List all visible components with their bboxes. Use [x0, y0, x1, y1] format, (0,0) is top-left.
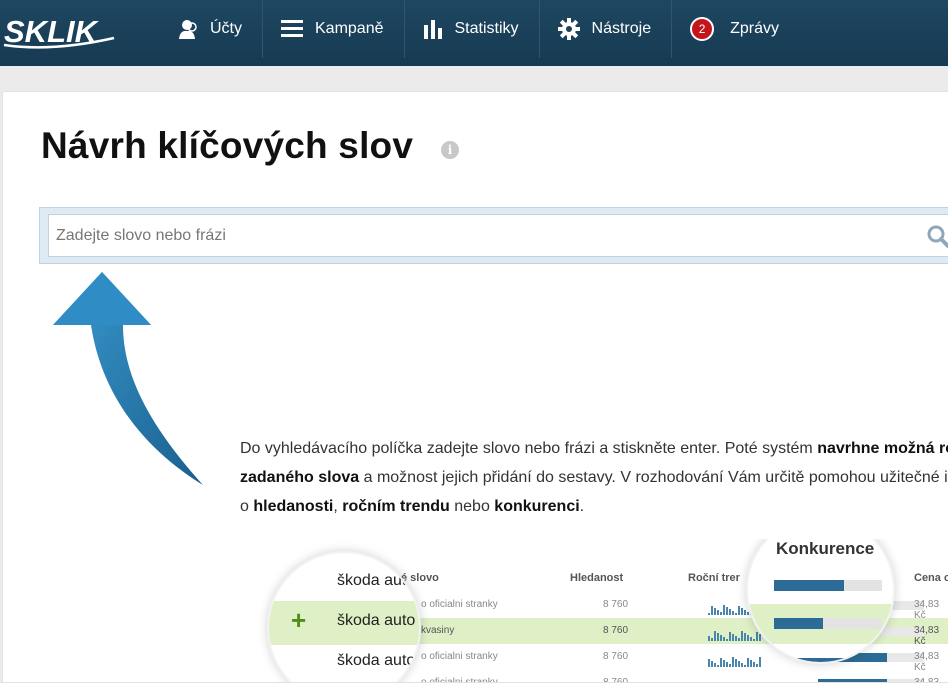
- row-price: 34,83 Kč: [914, 677, 948, 682]
- magnifier-row-highlight: + škoda auto: [269, 601, 419, 645]
- nav-item-statistics[interactable]: Statistiky: [405, 0, 540, 58]
- magnifier-text: škoda auto: [337, 612, 416, 629]
- desc-text: nebo: [449, 498, 495, 515]
- magnifier-text: škoda auto: [337, 652, 416, 669]
- row-keyword: o oficialni stranky: [421, 599, 498, 610]
- main-nav: Účty Kampaně Statistiky Nástroje 2 Zpráv…: [160, 0, 799, 58]
- desc-text: .: [579, 498, 585, 515]
- search-box: [39, 207, 948, 264]
- nav-item-accounts[interactable]: Účty: [160, 0, 263, 58]
- top-navigation-bar: SKLIK Účty Kampaně Statistiky Nástroje 2…: [0, 0, 948, 66]
- desc-bold: hledanosti: [253, 498, 334, 515]
- row-keyword: kvasiny: [421, 625, 455, 636]
- row-keyword: o oficialni stranky: [421, 677, 498, 682]
- gear-icon: [557, 18, 580, 40]
- magnifier-row: škoda auto: [269, 561, 419, 605]
- search-icon[interactable]: [926, 224, 948, 248]
- row-search-count: 8 760: [603, 677, 628, 682]
- user-icon: [178, 19, 198, 39]
- desc-bold: konkurenci: [494, 498, 580, 515]
- magnifier-text: škoda auto: [337, 572, 416, 589]
- competition-bar: [774, 618, 882, 629]
- competition-bar: [774, 580, 882, 591]
- desc-text: a možnost jejich přidání do sestavy. V r…: [359, 469, 948, 486]
- plus-icon: +: [291, 605, 307, 635]
- search-input[interactable]: [48, 214, 948, 257]
- sklik-logo[interactable]: SKLIK: [2, 8, 118, 52]
- info-icon[interactable]: i: [441, 141, 459, 159]
- competition-label: Konkurence: [776, 539, 875, 558]
- nav-item-campaigns[interactable]: Kampaně: [263, 0, 405, 58]
- desc-bold: ročním trendu: [342, 498, 450, 515]
- column-header-price: Cena c: [914, 572, 948, 584]
- page-title: Návrh klíčových slov: [41, 125, 414, 166]
- nav-label: Statistiky: [454, 20, 519, 37]
- column-header-trend: Roční trer: [688, 572, 740, 584]
- nav-label: Nástroje: [591, 20, 652, 37]
- nav-item-messages[interactable]: 2 Zprávy: [672, 0, 799, 58]
- instructions-text: Do vyhledávacího políčka zadejte slovo n…: [240, 434, 948, 521]
- arrow-up-icon: [53, 272, 203, 485]
- desc-text: o: [240, 498, 254, 515]
- nav-label: Kampaně: [315, 20, 384, 37]
- list-icon: [281, 20, 303, 38]
- nav-label: Zprávy: [730, 20, 779, 37]
- desc-text: ,: [333, 498, 343, 515]
- magnifier-keyword: škoda auto + škoda auto škoda auto: [267, 551, 421, 682]
- column-header-search: Hledanost: [570, 572, 624, 584]
- bar-chart-icon: [423, 19, 443, 39]
- desc-bold: zadaného slova: [240, 469, 360, 486]
- row-search-count: 8 760: [603, 651, 629, 662]
- feature-illustration: é slovo Hledanost Roční trer Cena c o of…: [258, 539, 948, 682]
- magnifier-row: škoda auto: [269, 641, 419, 682]
- row-search-count: 8 760: [603, 625, 629, 636]
- row-search-count: 8 760: [603, 599, 629, 610]
- row-keyword: o oficialni stranky: [421, 651, 498, 662]
- desc-bold: navrhne možná rozš: [817, 440, 948, 457]
- nav-label: Účty: [210, 20, 242, 37]
- messages-badge: 2: [690, 17, 715, 41]
- desc-text: Do vyhledávacího políčka zadejte slovo n…: [240, 440, 818, 457]
- content-panel: Návrh klíčových slov i Do vyhledávacího …: [2, 91, 948, 683]
- nav-item-tools[interactable]: Nástroje: [540, 0, 673, 58]
- trend-sparkline: [708, 657, 761, 667]
